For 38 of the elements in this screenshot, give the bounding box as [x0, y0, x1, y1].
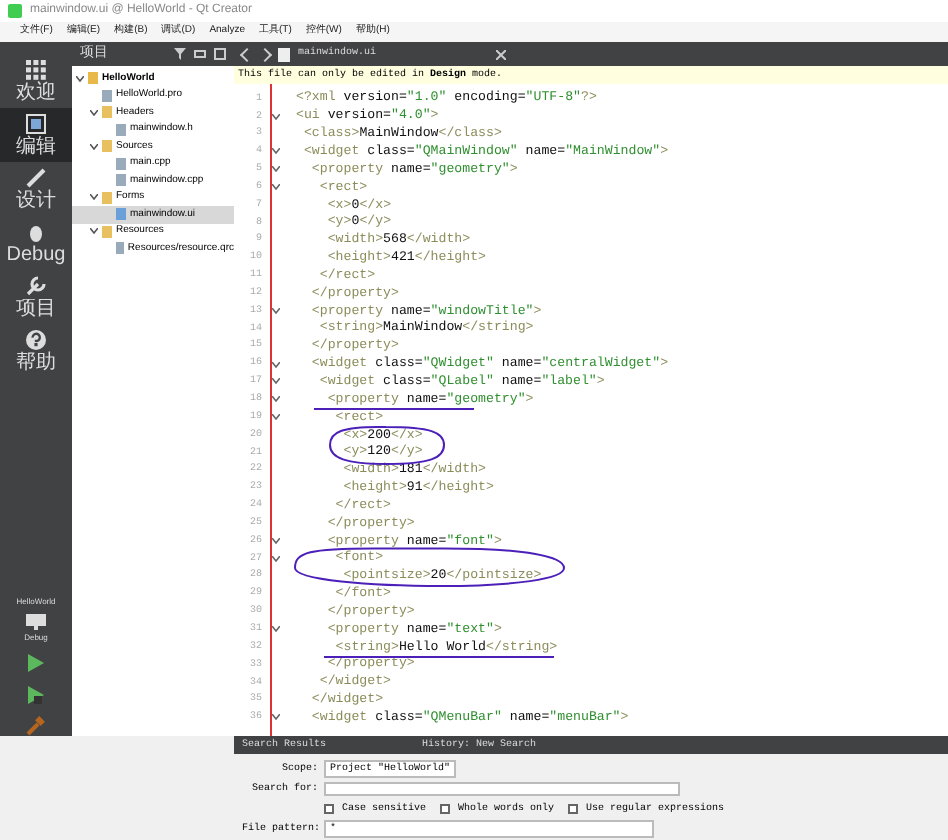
file-icon: [278, 47, 290, 61]
help-icon: [26, 329, 46, 349]
file-icon: [102, 89, 112, 102]
file-icon: [115, 242, 124, 255]
mode-button[interactable]: 设计: [0, 162, 72, 216]
chevron-icon[interactable]: [90, 109, 98, 116]
chevron-icon[interactable]: [90, 194, 98, 201]
checkbox[interactable]: [568, 803, 579, 813]
folder-icon: [102, 191, 112, 204]
chevron-icon[interactable]: [76, 75, 84, 82]
checkbox[interactable]: [324, 803, 334, 813]
file-icon: [116, 123, 126, 136]
mode-button[interactable]: 编辑: [0, 108, 72, 162]
wrench-icon: [26, 275, 46, 295]
checkbox[interactable]: [440, 803, 451, 813]
mode-button[interactable]: 项目: [0, 270, 72, 324]
file-icon: [116, 208, 126, 221]
chevron-icon[interactable]: [90, 228, 98, 235]
folder-icon: [102, 106, 112, 119]
folder-icon: [102, 225, 112, 238]
split-icon[interactable]: [214, 48, 226, 60]
mode-button[interactable]: 欢迎: [0, 54, 72, 108]
pen-icon: [26, 167, 46, 187]
filter-icon[interactable]: [174, 48, 186, 60]
app-icon: [8, 4, 22, 18]
grid-icon: [26, 59, 46, 79]
run-icon[interactable]: [26, 652, 46, 674]
document-icon: [26, 113, 46, 133]
mode-button[interactable]: 帮助: [0, 324, 72, 378]
close-icon[interactable]: [496, 49, 506, 59]
debug-run-icon[interactable]: [26, 684, 46, 706]
mode-button[interactable]: Debug: [0, 216, 72, 270]
monitor-icon[interactable]: [24, 612, 48, 632]
bug-icon: [26, 221, 46, 241]
chevron-icon[interactable]: [90, 143, 98, 150]
folder-icon: [102, 140, 112, 153]
search-field[interactable]: [324, 781, 680, 795]
folder-icon: [88, 72, 98, 85]
